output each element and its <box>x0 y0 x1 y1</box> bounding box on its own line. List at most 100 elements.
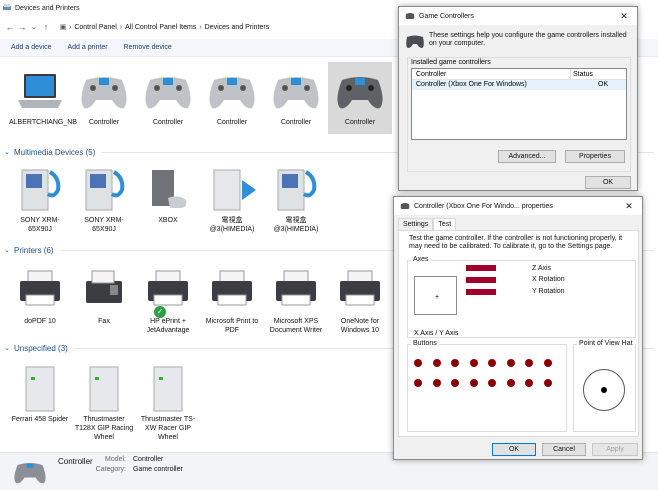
close-icon[interactable]: ✕ <box>611 7 637 25</box>
breadcrumb-devices-printers[interactable]: Devices and Printers <box>202 24 273 31</box>
device-item[interactable]: Microsoft XPS Document Writer <box>264 261 328 341</box>
gamepad-icon <box>400 203 410 209</box>
device-label: SONY XRM-65X90J <box>20 217 60 233</box>
add-device-button[interactable]: Add a device <box>11 44 51 51</box>
device-item[interactable]: Thrustmaster T128X GIP Racing Wheel <box>72 359 136 451</box>
recent-dropdown-icon[interactable]: ⌄ <box>28 20 40 34</box>
forward-arrow-icon[interactable]: → <box>16 20 28 34</box>
back-arrow-icon[interactable]: ← <box>4 20 16 34</box>
device-item-selected[interactable]: Controller <box>328 62 392 134</box>
pov-hat-group: Point of View Hat <box>573 340 636 432</box>
controller-button-indicator <box>506 379 515 387</box>
device-item[interactable]: Controller <box>264 62 328 150</box>
xy-axis-label: X Axis / Y Axis <box>414 330 459 337</box>
details-model-value: Controller <box>133 456 164 463</box>
gamepad-icon <box>273 77 319 109</box>
column-header-status[interactable]: Status <box>573 71 593 78</box>
device-label: Ferrari 458 Spider <box>11 416 69 423</box>
crosshair-icon: + <box>435 294 440 301</box>
group-title: Multimedia Devices (5) <box>14 147 96 157</box>
device-item[interactable]: SONY XRM-65X90J <box>72 160 136 240</box>
generic-device-icon <box>89 366 119 412</box>
device-label: 電視盒 @3(HIMEDIA) <box>209 217 255 233</box>
devices-printers-app-icon <box>3 4 11 10</box>
device-label: doPDF 10 <box>24 318 56 325</box>
device-item[interactable]: Thrustmaster TS-XW Racer GIP Wheel <box>136 359 200 451</box>
device-item[interactable]: doPDF 10 <box>8 261 72 341</box>
column-header-controller[interactable]: Controller <box>416 71 446 78</box>
device-item[interactable]: Controller <box>72 62 136 150</box>
controller-name: Controller (Xbox One For Windows) <box>416 81 527 88</box>
device-item[interactable]: OneNote for Windows 10 <box>328 261 392 341</box>
add-printer-button[interactable]: Add a printer <box>67 44 107 51</box>
cancel-button[interactable]: Cancel <box>542 443 586 456</box>
list-item[interactable]: Controller (Xbox One For Windows) OK <box>412 80 626 90</box>
details-category-key: Category: <box>95 466 126 473</box>
controller-button-indicator <box>506 359 515 367</box>
dialog-titlebar: Controller (Xbox One For Windo... proper… <box>394 197 642 215</box>
breadcrumb-all-items[interactable]: All Control Panel Items <box>122 24 199 31</box>
default-printer-check-icon: ✓ <box>154 306 166 318</box>
device-label: Controller <box>280 119 312 126</box>
window-title: Devices and Printers <box>15 4 80 12</box>
generic-device-icon <box>153 366 183 412</box>
device-item[interactable]: 電視盒 @3(HIMEDIA) <box>264 160 328 240</box>
device-item[interactable]: SONY XRM-65X90J <box>8 160 72 240</box>
x-rotation-bar <box>466 277 496 283</box>
properties-button[interactable]: Properties <box>565 150 625 163</box>
axes-group: Axes + X Axis / Y Axis Z Axis X Rotation… <box>407 256 636 338</box>
xy-axis-display: + <box>414 276 457 315</box>
device-item[interactable]: Controller <box>136 62 200 150</box>
remove-device-button[interactable]: Remove device <box>124 44 172 51</box>
gamepad-icon <box>145 77 191 109</box>
group-label: Point of View Hat <box>577 340 635 347</box>
device-label: Controller <box>88 119 120 126</box>
chevron-down-icon: ⌄ <box>4 345 10 352</box>
controller-button-indicator <box>488 359 496 367</box>
test-description: Test the game controller. If the control… <box>409 235 623 250</box>
device-label: Microsoft Print to PDF <box>205 318 259 334</box>
device-label: HP ePrint + JetAdvantage <box>146 318 190 334</box>
controller-button-indicator <box>432 379 441 387</box>
printer-icon <box>340 270 380 306</box>
controller-button-indicator <box>451 379 459 387</box>
gamepad-icon <box>405 13 415 19</box>
printer-icon <box>148 270 188 306</box>
close-icon[interactable]: ✕ <box>616 197 642 215</box>
device-label: Thrustmaster TS-XW Racer GIP Wheel <box>140 416 196 441</box>
game-controllers-dialog: Game Controllers ✕ These settings help y… <box>398 6 638 191</box>
details-model-key: Model: <box>104 456 126 463</box>
dialog-description: These settings help you configure the ga… <box>429 32 627 47</box>
breadcrumb-control-panel[interactable]: Control Panel <box>71 24 119 31</box>
device-item[interactable]: 電視盒 @3(HIMEDIA) <box>200 160 264 240</box>
device-item[interactable]: Controller <box>200 62 264 150</box>
xbox-console-icon <box>152 170 187 208</box>
ok-button[interactable]: OK <box>585 176 631 189</box>
z-axis-label: Z Axis <box>532 265 552 272</box>
up-arrow-icon[interactable]: ↑ <box>40 20 52 34</box>
apply-button[interactable]: Apply <box>592 443 638 456</box>
device-item[interactable]: XBOX <box>136 160 200 240</box>
media-server-icon <box>21 169 61 211</box>
group-label: Buttons <box>411 340 439 347</box>
group-label: Axes <box>411 256 431 263</box>
ok-button[interactable]: OK <box>492 443 536 456</box>
dialog-title: Game Controllers <box>419 12 474 20</box>
z-axis-bar <box>466 265 496 271</box>
generic-device-icon <box>25 366 55 412</box>
controller-button-indicator <box>525 359 533 367</box>
device-item[interactable]: Microsoft Print to PDF <box>200 261 264 341</box>
controllers-list[interactable]: Controller Status Controller (Xbox One F… <box>411 68 627 140</box>
device-item[interactable]: ALBERTCHIANG_NB <box>8 62 77 150</box>
advanced-button[interactable]: Advanced... <box>498 150 556 163</box>
details-category-value: Game controller <box>133 466 183 473</box>
printer-icon <box>20 270 60 306</box>
group-title: Unspecified (3) <box>14 343 68 353</box>
device-label: Controller <box>344 119 376 126</box>
gamepad-icon <box>14 463 46 484</box>
device-item[interactable]: Ferrari 458 Spider <box>8 359 72 451</box>
device-label: XBOX <box>158 217 178 224</box>
controller-button-indicator <box>469 359 478 367</box>
device-item[interactable]: ✓ HP ePrint + JetAdvantage <box>136 261 200 341</box>
device-item[interactable]: Fax <box>72 261 136 341</box>
